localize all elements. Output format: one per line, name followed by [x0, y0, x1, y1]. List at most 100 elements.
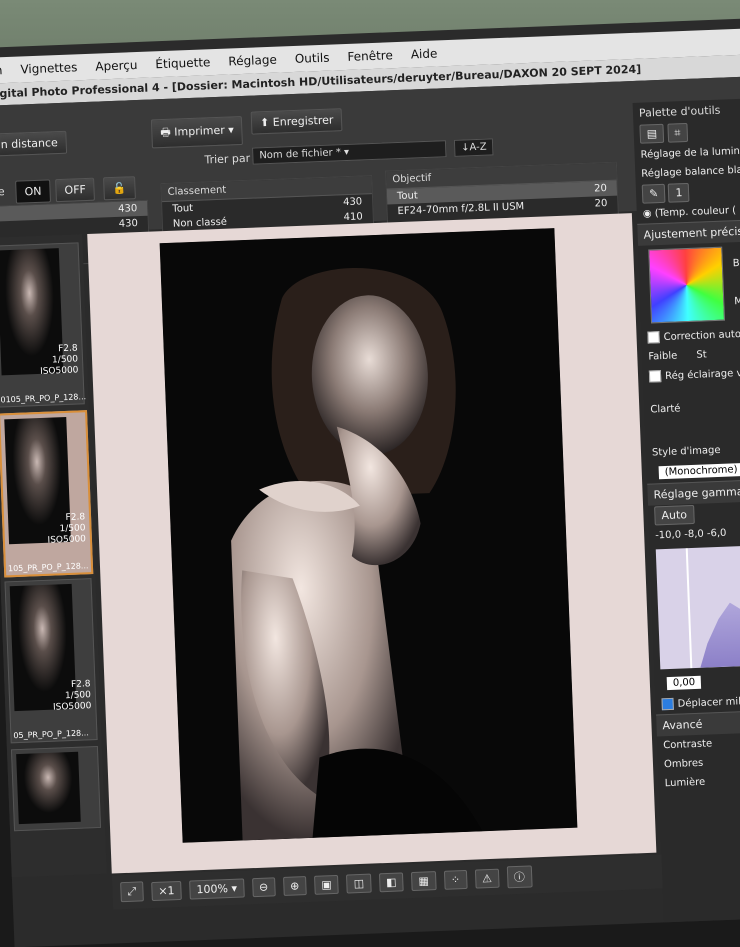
sort-label: Trier par :	[204, 151, 258, 167]
objectif-count: 20	[594, 198, 608, 210]
checkbox[interactable]	[648, 370, 662, 383]
plus-icon: ⊕	[289, 878, 300, 893]
clarity-label: Clarté	[650, 403, 681, 416]
checkbox-checked[interactable]	[661, 697, 674, 711]
thumbnail-selected[interactable]: F2.8 1/500 ISO5000 105_PR_PO_P_128...	[0, 410, 94, 578]
thumbnail-name: 105_PR_PO_P_128...	[7, 561, 89, 574]
monitor-screen: n Vignettes Aperçu Étiquette Réglage Out…	[0, 17, 740, 947]
sort-order-button[interactable]: ↓A-Z	[453, 138, 494, 157]
sort-select[interactable]: Nom de fichier * ▾	[252, 140, 447, 165]
iso: ISO5000	[52, 701, 92, 713]
print-button[interactable]: 🖶 Imprimer ▾	[150, 115, 244, 149]
zoom-value: 100%	[196, 881, 229, 896]
histogram-curve	[697, 585, 740, 668]
checkbox[interactable]	[647, 331, 660, 344]
gamma-input[interactable]: 0,00	[666, 675, 702, 691]
remote-button[interactable]: n distance	[0, 130, 68, 157]
gamma-auto-button[interactable]: Auto	[654, 504, 695, 526]
chevron-down-icon: ▾	[343, 146, 350, 159]
zoom-in-button[interactable]: ⊕	[282, 875, 307, 896]
classement-count: 430	[342, 196, 363, 209]
single-view-icon: ▣	[321, 877, 332, 892]
dual-view-button[interactable]: ◫	[346, 873, 372, 894]
chevron-down-icon: ▾	[228, 123, 235, 137]
preview-area	[87, 213, 657, 874]
thumbnail[interactable]	[10, 745, 102, 832]
count-value: 430	[117, 203, 138, 215]
main-photo[interactable]	[159, 228, 578, 843]
grid-button[interactable]: ▦	[411, 870, 437, 891]
menu-item-thumbnails[interactable]: Vignettes	[20, 60, 77, 76]
iso: ISO5000	[39, 365, 79, 377]
menu-item-adjustment[interactable]: Réglage	[228, 53, 277, 69]
sort-order-label: A-Z	[469, 141, 487, 154]
classement-count: 410	[343, 211, 363, 224]
fit-screen-button[interactable]: ⤢	[120, 881, 144, 903]
move-middle-label: Déplacer milieu	[677, 695, 740, 710]
compare-button[interactable]: ◧	[378, 871, 404, 892]
auto-correction-label: Correction autom	[663, 328, 740, 343]
wb-value[interactable]: 1	[668, 182, 690, 203]
strong-label: St	[696, 349, 707, 361]
filter-label: re	[0, 185, 5, 199]
thumbnail-image	[16, 751, 81, 825]
classement-label: Tout	[172, 202, 194, 215]
af-points-button[interactable]: ⁘	[443, 869, 468, 890]
info-button[interactable]: ⓘ	[506, 865, 533, 889]
zoom-x1-button[interactable]: ×1	[150, 880, 182, 901]
thumbnail[interactable]: F2.8 1/500 ISO5000 0105_PR_PO_P_128...	[0, 242, 87, 408]
light-adjust-label: Rég éclairage visa	[664, 367, 740, 382]
info-icon: ⓘ	[513, 870, 526, 885]
warning-icon: ⚠	[481, 871, 493, 885]
menu-item-preview[interactable]: Aperçu	[95, 58, 138, 74]
style-value: (Monochrome)	[658, 463, 740, 480]
portrait-image	[159, 228, 578, 843]
filter-off-toggle[interactable]: OFF	[55, 177, 96, 203]
m-label: M	[734, 295, 740, 308]
color-temp-value: (Temp. couleur (	[654, 205, 737, 220]
objectif-label: Tout	[396, 190, 419, 203]
zoom-out-button[interactable]: ⊖	[251, 876, 276, 897]
menu-item-view[interactable]: n	[0, 63, 3, 77]
single-view-button[interactable]: ▣	[313, 874, 340, 895]
thumbnail[interactable]: F2.8 1/500 ISO5000 05_PR_PO_P_128...	[4, 578, 98, 744]
rgb-tab-icon[interactable]: ▤	[639, 123, 665, 144]
camera-icon: ◉	[642, 208, 655, 220]
color-axis-labels: B M	[732, 245, 740, 321]
lock-icon: 🔓	[112, 181, 127, 196]
warning-button[interactable]: ⚠	[474, 868, 500, 889]
chevron-down-icon: ▾	[231, 881, 238, 895]
menu-item-window[interactable]: Fenêtre	[347, 48, 393, 64]
save-button[interactable]: ⬆ Enregistrer	[250, 108, 343, 135]
dual-view-icon: ◫	[353, 876, 365, 890]
weak-label: Faible	[648, 350, 678, 363]
save-icon: ⬆	[259, 115, 274, 130]
black-point-handle[interactable]	[685, 548, 693, 669]
minus-icon: ⊖	[258, 880, 269, 894]
objectif-count: 20	[593, 183, 608, 195]
printer-icon: 🖶	[160, 125, 175, 140]
grid-icon: ▦	[418, 873, 430, 888]
fit-icon: ⤢	[127, 884, 137, 898]
gamma-input-row: 0,00	[655, 668, 740, 695]
color-wheel-row: B M	[638, 240, 740, 328]
thumbnail-name: 0105_PR_PO_P_128...	[0, 392, 87, 405]
thumbnail-meta: F2.8 1/500 ISO5000	[47, 512, 87, 546]
filter-on-toggle[interactable]: ON	[15, 179, 51, 204]
af-points-icon: ⁘	[450, 872, 461, 887]
eyedropper-icon[interactable]: ✎	[641, 183, 666, 204]
crop-tab-icon[interactable]: ⌗	[667, 122, 688, 143]
histogram[interactable]	[655, 544, 740, 670]
classement-label: Non classé	[172, 216, 228, 230]
menu-item-help[interactable]: Aide	[411, 46, 438, 61]
count-value: 430	[118, 218, 139, 230]
b-label: B	[732, 257, 740, 270]
iso: ISO5000	[47, 534, 87, 546]
thumbnail-name: 05_PR_PO_P_128...	[13, 728, 89, 741]
color-wheel[interactable]	[648, 246, 726, 324]
menu-item-tools[interactable]: Outils	[295, 51, 330, 66]
zoom-select[interactable]: 100% ▾	[189, 877, 245, 900]
objectif-label: EF24-70mm f/2.8L II USM	[397, 201, 525, 218]
menu-item-label[interactable]: Étiquette	[155, 55, 211, 71]
lock-button[interactable]: 🔓	[103, 176, 136, 201]
